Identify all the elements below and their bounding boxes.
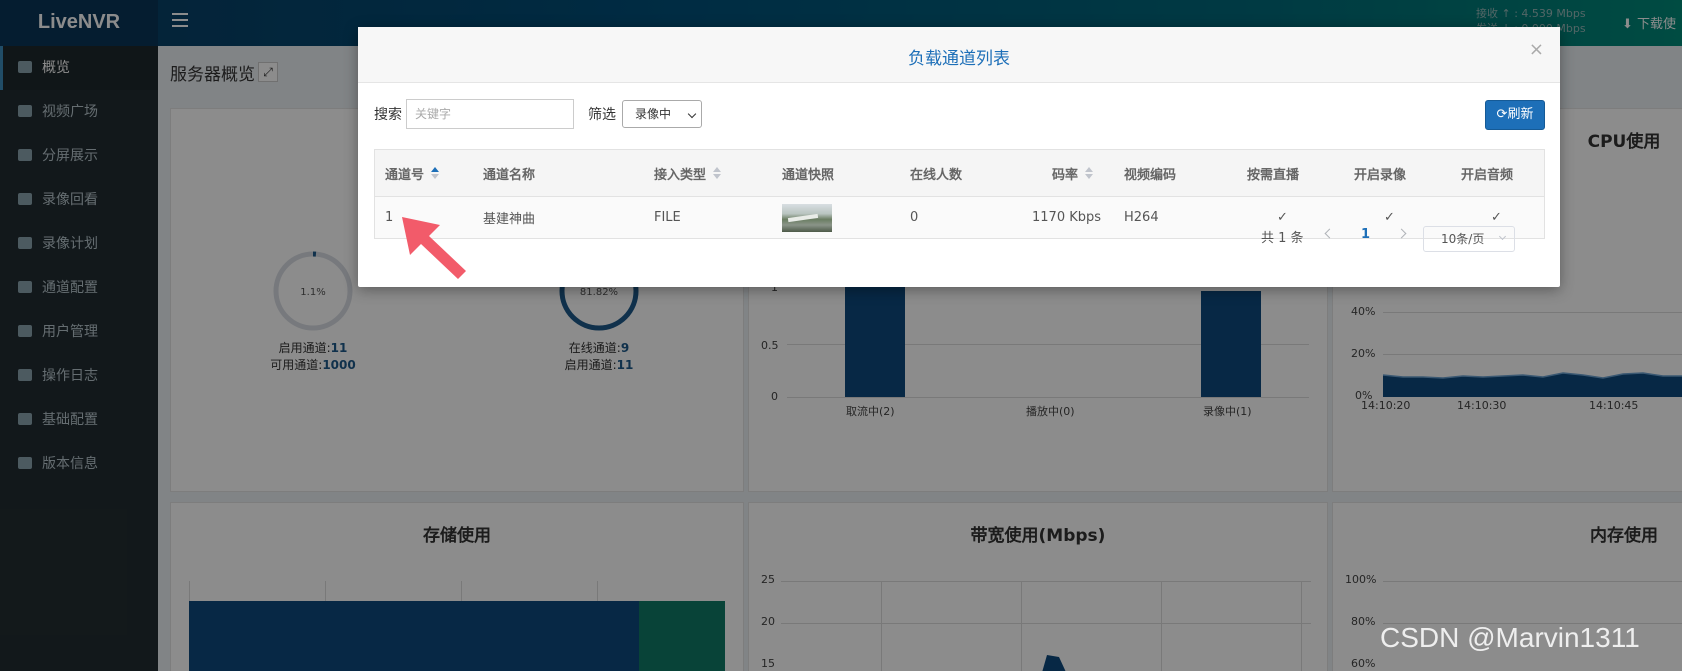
column-label: 开启录像	[1354, 167, 1407, 183]
cell-channel-id: 1	[385, 210, 394, 225]
channel-table: 通道号 通道名称 接入类型 通道快照 在线人数 码率 视频编码 按需直播 开启录…	[374, 149, 1545, 239]
col-access-type[interactable]: 接入类型	[654, 150, 722, 196]
dialog-title: 负载通道列表	[908, 49, 1010, 69]
col-snapshot: 通道快照	[782, 150, 834, 196]
cell-access-type: FILE	[654, 210, 681, 225]
pager-current-page[interactable]: 1	[1361, 227, 1370, 242]
filter-select[interactable]: 录像中	[622, 100, 702, 128]
col-on-demand: 按需直播	[1247, 150, 1299, 196]
sort-icon[interactable]	[1085, 167, 1094, 179]
table-header: 通道号 通道名称 接入类型 通道快照 在线人数 码率 视频编码 按需直播 开启录…	[375, 150, 1544, 197]
filter-selected-value: 录像中	[635, 107, 672, 121]
column-label: 在线人数	[910, 167, 963, 183]
col-online-count: 在线人数	[910, 150, 962, 196]
column-label: 通道号	[385, 167, 425, 183]
col-bitrate[interactable]: 码率	[1052, 150, 1094, 196]
load-channel-dialog: 负载通道列表 × 搜索 筛选 录像中 ⟳刷新 通道号 通道名称 接入类型 通道快…	[358, 27, 1560, 287]
col-video-codec: 视频编码	[1124, 150, 1176, 196]
cell-channel-name: 基建神曲	[483, 212, 536, 227]
refresh-button[interactable]: ⟳刷新	[1485, 100, 1545, 130]
column-label: 按需直播	[1247, 167, 1300, 183]
cell-record: ✓	[1384, 210, 1395, 225]
page-size-select[interactable]: 10条/页	[1423, 226, 1515, 252]
chevron-down-icon	[687, 109, 697, 119]
col-channel-id[interactable]: 通道号	[385, 150, 440, 196]
filter-label: 筛选	[588, 107, 616, 123]
column-label: 通道名称	[483, 167, 536, 183]
refresh-icon: ⟳	[1496, 107, 1508, 122]
pager-total: 共 1 条	[1261, 231, 1304, 246]
cell-codec: H264	[1124, 210, 1159, 225]
refresh-label: 刷新	[1507, 107, 1534, 122]
annotation-arrow-icon	[402, 217, 466, 279]
cell-bitrate: 1170 Kbps	[1032, 210, 1102, 225]
sort-icon[interactable]	[431, 167, 440, 179]
column-label: 开启音频	[1461, 167, 1514, 183]
page-size-value: 10条/页	[1441, 232, 1485, 246]
column-label: 视频编码	[1124, 167, 1177, 183]
column-label: 码率	[1052, 167, 1079, 183]
col-audio: 开启音频	[1461, 150, 1513, 196]
cell-snapshot	[782, 197, 832, 238]
sort-icon[interactable]	[713, 167, 722, 179]
chevron-down-icon	[1498, 232, 1507, 241]
dialog-header: 负载通道列表 ×	[358, 27, 1560, 83]
search-input[interactable]	[406, 99, 574, 129]
search-label: 搜索	[374, 107, 402, 123]
column-label: 通道快照	[782, 167, 835, 183]
watermark: CSDN @Marvin1311	[1380, 622, 1640, 653]
snapshot-thumbnail[interactable]	[782, 203, 832, 232]
column-label: 接入类型	[654, 167, 707, 183]
col-channel-name: 通道名称	[483, 150, 535, 196]
close-icon[interactable]: ×	[1529, 39, 1544, 60]
cell-online-count: 0	[910, 210, 919, 225]
col-record: 开启录像	[1354, 150, 1406, 196]
